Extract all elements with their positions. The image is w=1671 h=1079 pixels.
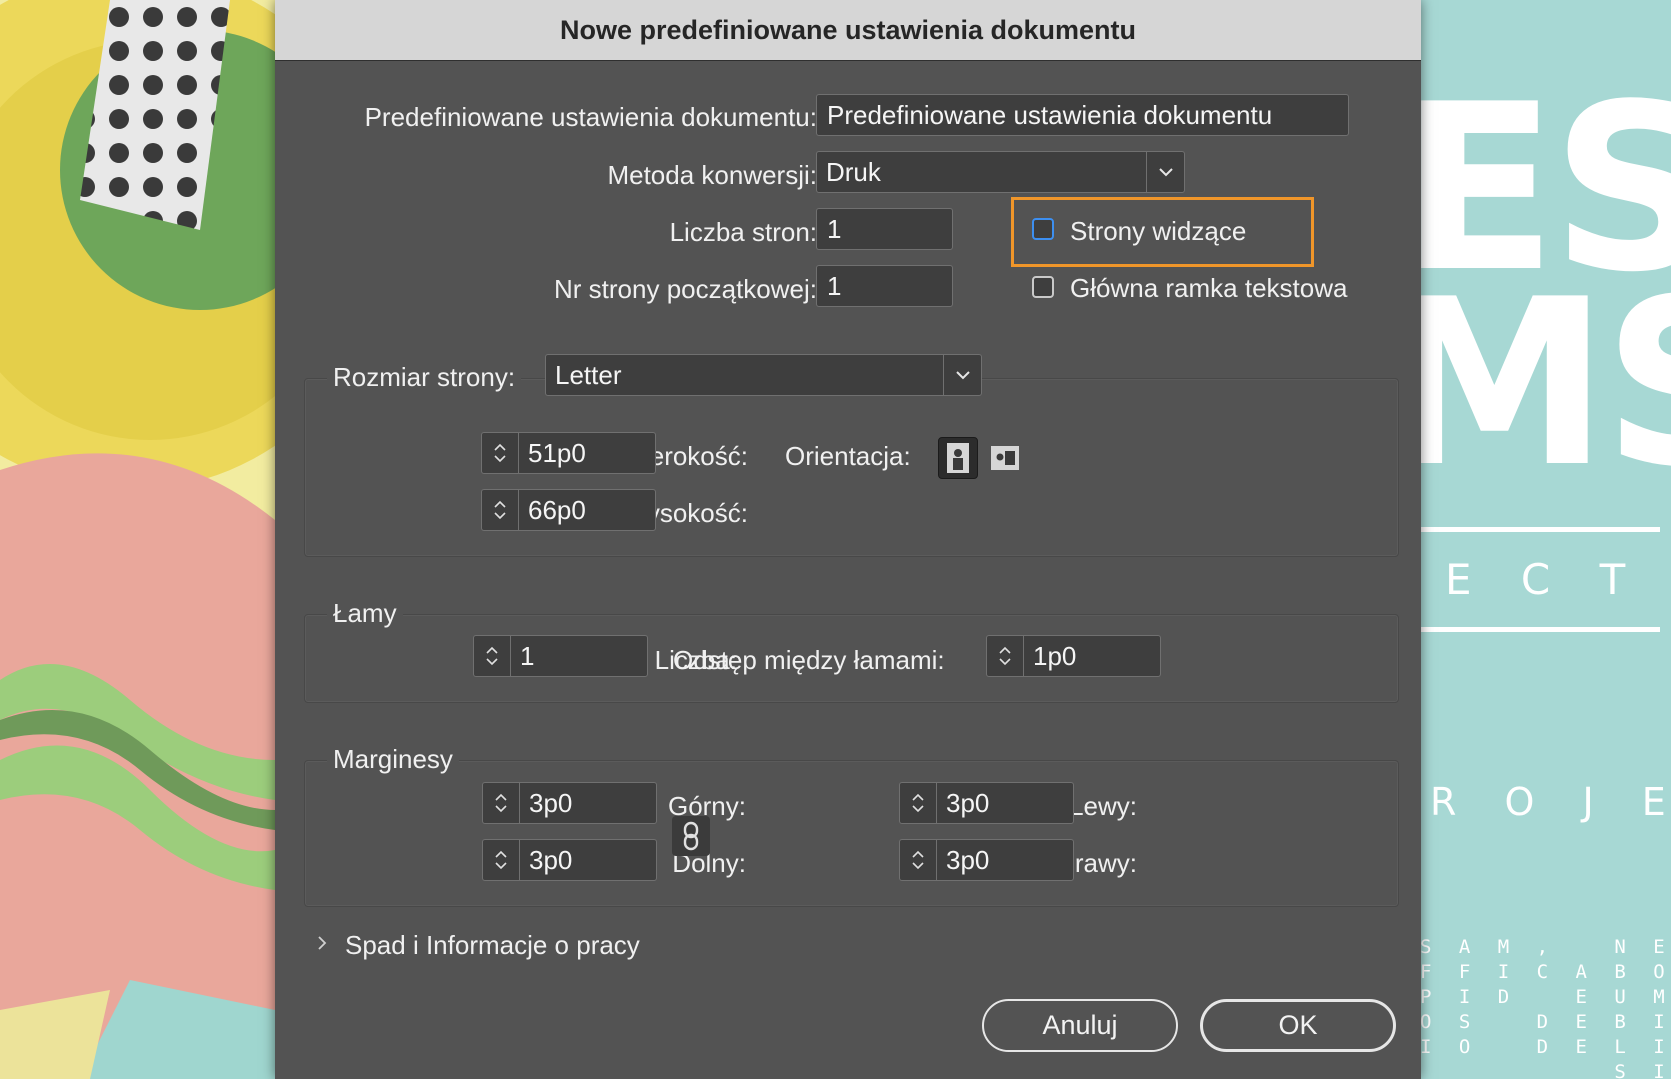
gutter-stepper[interactable]: 1p0	[986, 635, 1161, 677]
margins-group	[304, 760, 1399, 907]
facing-pages-label: Strony widzące	[1070, 216, 1247, 246]
decorative-shapes	[0, 0, 275, 1079]
page-size-label: Rozmiar strony:	[327, 362, 522, 393]
ok-button[interactable]: OK	[1200, 999, 1396, 1052]
new-document-preset-dialog: Nowe predefiniowane ustawienia dokumentu…	[275, 0, 1421, 1079]
stepper-arrows-icon[interactable]	[474, 636, 511, 676]
bleed-slug-label: Spad i Informacje o pracy	[345, 929, 640, 960]
preset-name-input[interactable]: Predefiniowane ustawienia dokumentu	[816, 94, 1349, 136]
margin-bottom-stepper[interactable]: 3p0	[482, 839, 657, 881]
stepper-arrows-icon[interactable]	[482, 490, 519, 530]
margin-top-value: 3p0	[529, 788, 573, 818]
start-page-label: Nr strony początkowej:	[554, 274, 817, 304]
orientation-label: Orientacja:	[785, 441, 911, 471]
columns-title: Łamy	[327, 598, 403, 629]
page-size-value: Letter	[555, 360, 622, 390]
page-size-select[interactable]: Letter	[545, 354, 982, 396]
stepper-arrows-icon[interactable]	[482, 433, 519, 473]
margin-left-stepper[interactable]: 3p0	[899, 782, 1074, 824]
dialog-title: Nowe predefiniowane ustawienia dokumentu	[275, 0, 1421, 61]
stepper-arrows-icon[interactable]	[900, 840, 937, 880]
poster-subtitle-2: R O J E C T	[1430, 780, 1671, 824]
poster-rule-2	[1420, 627, 1660, 632]
columns-number-value: 1	[520, 641, 535, 671]
background-artwork-right: ES MS E C T R O J E C T S A M , N E C A …	[1420, 0, 1671, 1079]
chevron-right-icon	[317, 935, 327, 956]
gutter-label: Odstęp między łamami:	[673, 645, 945, 675]
intent-select[interactable]: Druk	[816, 151, 1185, 193]
poster-heading-middle: MS	[1420, 251, 1671, 518]
height-stepper[interactable]: 66p0	[481, 489, 656, 531]
margin-right-value: 3p0	[946, 845, 990, 875]
margin-right-stepper[interactable]: 3p0	[899, 839, 1074, 881]
intent-label: Metoda konwersji:	[607, 160, 817, 190]
width-value: 51p0	[528, 438, 586, 468]
margin-bottom-value: 3p0	[529, 845, 573, 875]
facing-pages-checkbox[interactable]	[1032, 218, 1054, 240]
pages-input[interactable]: 1	[816, 208, 953, 250]
chevron-down-icon	[943, 355, 981, 395]
intent-value: Druk	[826, 157, 881, 187]
poster-body-text: S A M , N E C A B I S F F I C A B O . N …	[1420, 936, 1671, 1079]
columns-number-stepper[interactable]: 1	[473, 635, 648, 677]
width-stepper[interactable]: 51p0	[481, 432, 656, 474]
margin-top-stepper[interactable]: 3p0	[482, 782, 657, 824]
stepper-arrows-icon[interactable]	[900, 783, 937, 823]
gutter-value: 1p0	[1033, 641, 1077, 671]
cancel-button[interactable]: Anuluj	[982, 999, 1178, 1052]
primary-text-frame-checkbox[interactable]	[1032, 276, 1054, 298]
height-value: 66p0	[528, 495, 586, 525]
portrait-orientation-icon[interactable]	[938, 437, 978, 479]
landscape-orientation-icon[interactable]	[985, 437, 1025, 479]
margins-title: Marginesy	[327, 744, 459, 775]
poster-subtitle-1: E C T	[1445, 555, 1644, 604]
chevron-down-icon	[1146, 152, 1184, 192]
primary-text-frame-label: Główna ramka tekstowa	[1070, 273, 1348, 303]
stepper-arrows-icon[interactable]	[483, 783, 520, 823]
start-page-input[interactable]: 1	[816, 265, 953, 307]
stepper-arrows-icon[interactable]	[483, 840, 520, 880]
preset-label: Predefiniowane ustawienia dokumentu:	[364, 102, 817, 132]
background-artwork-left	[0, 0, 275, 1079]
poster-rule-1	[1420, 527, 1660, 532]
pages-label: Liczba stron:	[669, 217, 817, 247]
margin-left-value: 3p0	[946, 788, 990, 818]
stepper-arrows-icon[interactable]	[987, 636, 1024, 676]
bleed-slug-disclosure[interactable]: Spad i Informacje o pracy	[317, 928, 640, 962]
